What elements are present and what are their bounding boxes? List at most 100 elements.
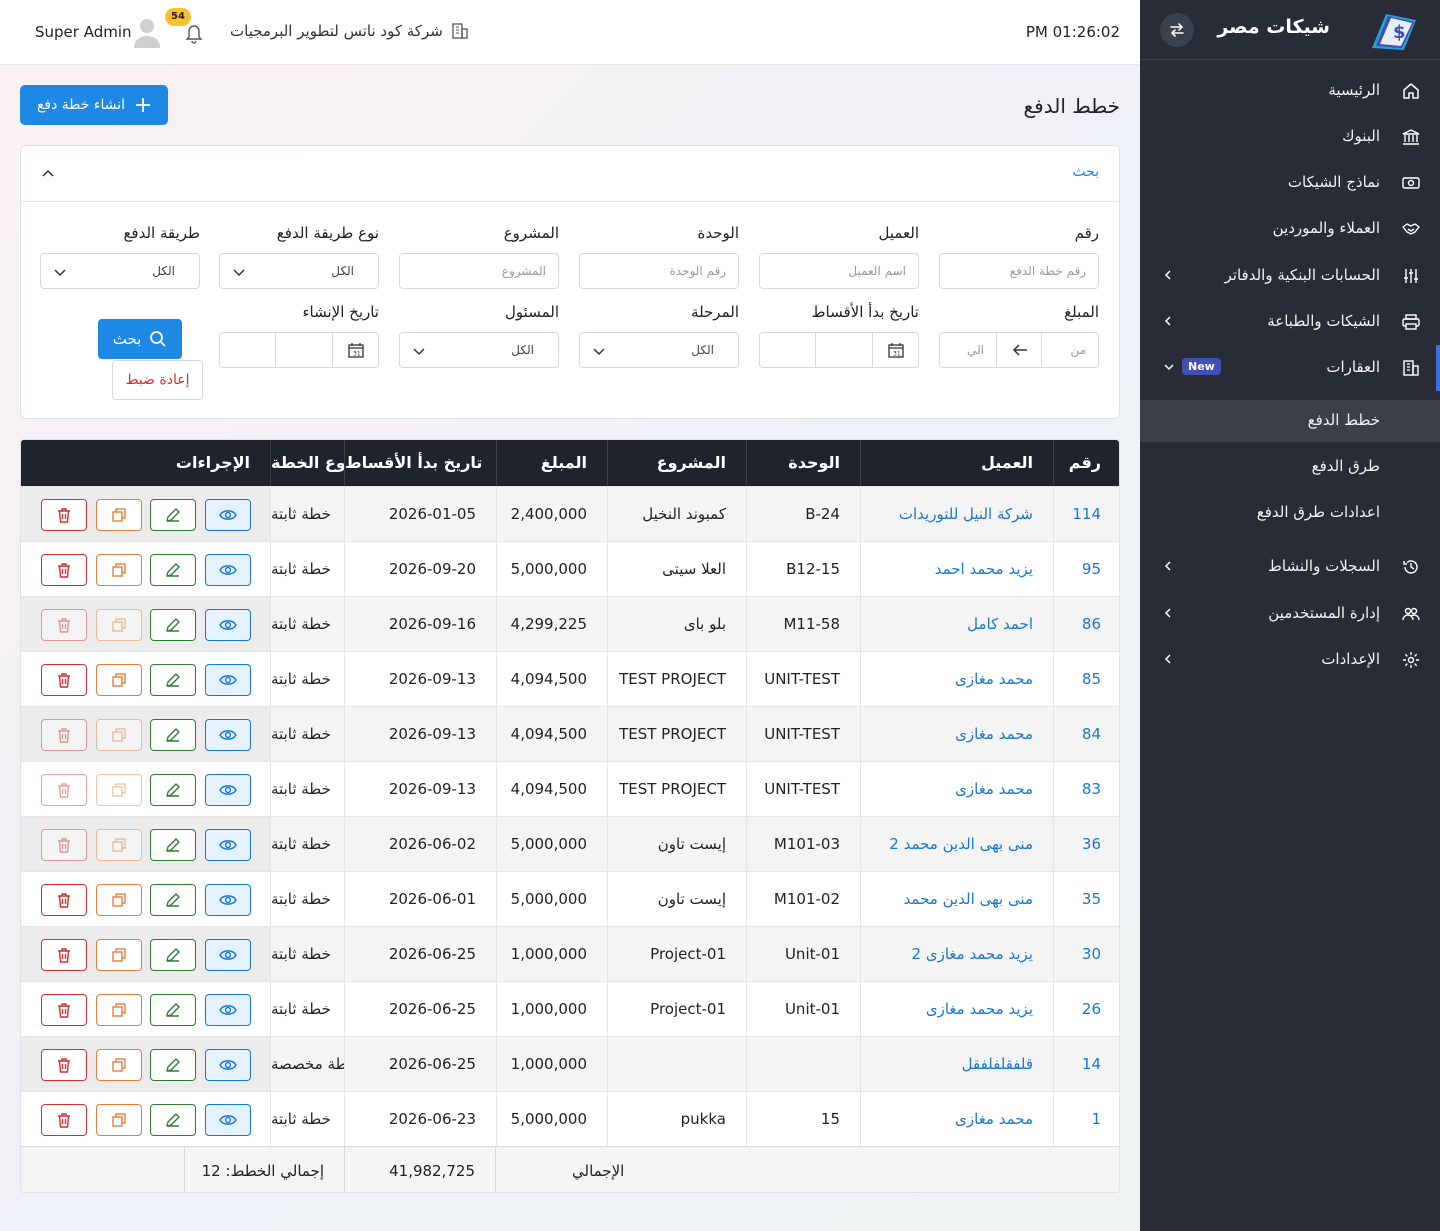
cell-client[interactable]: محمد مغازى — [860, 762, 1053, 817]
view-button[interactable] — [205, 499, 251, 531]
amount-to-placeholder[interactable]: الي — [967, 343, 984, 357]
duplicate-button[interactable] — [96, 609, 142, 641]
duplicate-button[interactable] — [96, 664, 142, 696]
duplicate-button[interactable] — [96, 499, 142, 531]
duplicate-button[interactable] — [96, 994, 142, 1026]
duplicate-button[interactable] — [96, 719, 142, 751]
cell-client[interactable]: منى بهى الدين محمد 2 — [860, 817, 1053, 872]
sidebar-subitem-payment-plans[interactable]: خطط الدفع — [1140, 400, 1440, 442]
view-button[interactable] — [205, 1049, 251, 1081]
edit-button[interactable] — [150, 884, 196, 916]
cell-client[interactable]: يزيد محمد احمد — [860, 542, 1053, 597]
client-input[interactable]: اسم العميل — [759, 253, 919, 289]
create-payment-plan-button[interactable]: انشاء خطة دفع — [20, 85, 168, 125]
cell-number[interactable]: 36 — [1053, 817, 1119, 872]
sidebar-subitem-payment-settings[interactable]: اعدادات طرق الدفع — [1140, 492, 1440, 534]
cell-client[interactable]: شركة النيل للتوريدات — [860, 487, 1053, 542]
delete-button[interactable] — [41, 1049, 87, 1081]
duplicate-button[interactable] — [96, 939, 142, 971]
reset-button[interactable]: إعادة ضبط — [112, 360, 203, 400]
view-button[interactable] — [205, 829, 251, 861]
edit-button[interactable] — [150, 829, 196, 861]
sidebar-item-settings[interactable]: الإعدادات — [1140, 640, 1440, 680]
edit-button[interactable] — [150, 1104, 196, 1136]
search-button[interactable]: بحث — [98, 319, 182, 359]
cell-number[interactable]: 86 — [1053, 597, 1119, 652]
view-button[interactable] — [205, 939, 251, 971]
cell-number[interactable]: 35 — [1053, 872, 1119, 927]
search-card-header[interactable]: بحث — [21, 146, 1119, 202]
cell-number[interactable]: 14 — [1053, 1037, 1119, 1092]
sidebar-item-clients[interactable]: العملاء والموردين — [1140, 209, 1440, 249]
cell-client[interactable]: محمد مغازى — [860, 1092, 1053, 1147]
delete-button[interactable] — [41, 994, 87, 1026]
header-unit[interactable]: الوحدة — [746, 440, 860, 486]
sidebar-toggle-button[interactable] — [1160, 13, 1194, 47]
header-client[interactable]: العميل — [860, 440, 1053, 486]
cell-number[interactable]: 26 — [1053, 982, 1119, 1037]
sidebar-item-users[interactable]: إدارة المستخدمين — [1140, 594, 1440, 634]
cell-client[interactable]: قلفقلفلفقل — [860, 1037, 1053, 1092]
delete-button[interactable] — [41, 774, 87, 806]
duplicate-button[interactable] — [96, 829, 142, 861]
delete-button[interactable] — [41, 829, 87, 861]
edit-button[interactable] — [150, 554, 196, 586]
view-button[interactable] — [205, 994, 251, 1026]
delete-button[interactable] — [41, 609, 87, 641]
duplicate-button[interactable] — [96, 554, 142, 586]
cell-client[interactable]: يزيد محمد مغازى 2 — [860, 927, 1053, 982]
cell-number[interactable]: 83 — [1053, 762, 1119, 817]
edit-button[interactable] — [150, 609, 196, 641]
user-name[interactable]: Super Admin — [35, 23, 132, 41]
company-selector[interactable]: شركة كود ناتس لتطوير البرمجيات — [230, 22, 469, 40]
header-amount[interactable]: المبلغ — [496, 440, 607, 486]
calendar-button[interactable]: 31 — [872, 333, 918, 367]
cell-number[interactable]: 30 — [1053, 927, 1119, 982]
delete-button[interactable] — [41, 499, 87, 531]
cell-number[interactable]: 1 — [1053, 1092, 1119, 1147]
delete-button[interactable] — [41, 664, 87, 696]
header-number[interactable]: رقم — [1053, 440, 1119, 486]
method-select[interactable]: الكل — [40, 253, 200, 289]
edit-button[interactable] — [150, 1049, 196, 1081]
calendar-button[interactable]: 31 — [332, 333, 378, 367]
bell-icon[interactable] — [184, 22, 204, 44]
delete-button[interactable] — [41, 884, 87, 916]
header-start-date[interactable]: تاريخ بدأ الأقساط — [344, 440, 496, 486]
header-plan-type[interactable]: نوع الخطة — [270, 440, 344, 486]
view-button[interactable] — [205, 884, 251, 916]
method-type-select[interactable]: الكل — [219, 253, 379, 289]
duplicate-button[interactable] — [96, 1049, 142, 1081]
view-button[interactable] — [205, 1104, 251, 1136]
delete-button[interactable] — [41, 719, 87, 751]
cell-client[interactable]: محمد مغازى — [860, 707, 1053, 762]
avatar[interactable] — [133, 16, 161, 48]
duplicate-button[interactable] — [96, 774, 142, 806]
edit-button[interactable] — [150, 499, 196, 531]
sidebar-item-bank-accounts[interactable]: الحسابات البنكية والدفاتر — [1140, 256, 1440, 296]
cell-number[interactable]: 85 — [1053, 652, 1119, 707]
cell-client[interactable]: منى بهى الدين محمد — [860, 872, 1053, 927]
chevron-up-icon[interactable] — [41, 166, 55, 180]
sidebar-item-home[interactable]: الرئيسية — [1140, 71, 1440, 111]
cell-client[interactable]: احمد كامل — [860, 597, 1053, 652]
sidebar-item-check-templates[interactable]: نماذج الشيكات — [1140, 163, 1440, 203]
edit-button[interactable] — [150, 719, 196, 751]
view-button[interactable] — [205, 719, 251, 751]
cell-number[interactable]: 95 — [1053, 542, 1119, 597]
delete-button[interactable] — [41, 939, 87, 971]
cell-number[interactable]: 114 — [1053, 487, 1119, 542]
edit-button[interactable] — [150, 994, 196, 1026]
cell-client[interactable]: يزيد محمد مغازى — [860, 982, 1053, 1037]
sidebar-item-logs[interactable]: السجلات والنشاط — [1140, 547, 1440, 587]
duplicate-button[interactable] — [96, 1104, 142, 1136]
edit-button[interactable] — [150, 774, 196, 806]
created-date-range[interactable]: 31 — [219, 332, 379, 368]
edit-button[interactable] — [150, 939, 196, 971]
cell-client[interactable]: محمد مغازى — [860, 652, 1053, 707]
view-button[interactable] — [205, 609, 251, 641]
start-date-range[interactable]: 31 — [759, 332, 919, 368]
amount-from-placeholder[interactable]: من — [1070, 343, 1086, 357]
view-button[interactable] — [205, 664, 251, 696]
sidebar-item-real-estate[interactable]: العقارات New — [1140, 348, 1440, 388]
